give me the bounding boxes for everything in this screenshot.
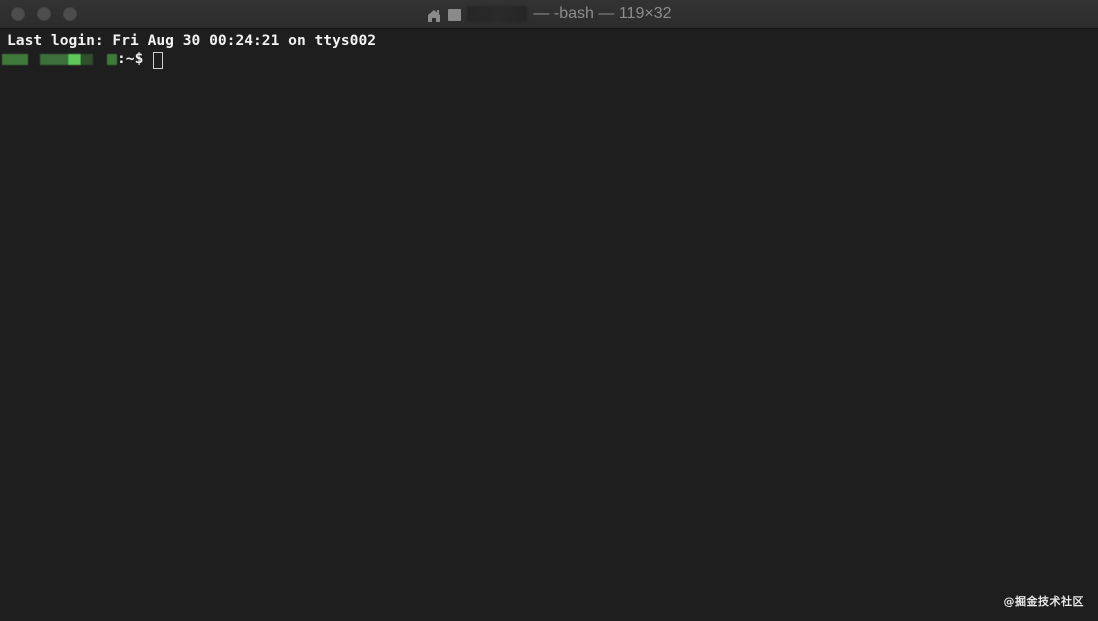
redacted-hostname-block xyxy=(107,53,117,65)
redacted-hostname-block xyxy=(81,53,93,65)
terminal-tty-icon xyxy=(448,9,462,21)
redacted-username-block xyxy=(2,53,28,65)
terminal-window: — -bash — 119×32 Last login: Fri Aug 30 … xyxy=(0,0,1098,621)
last-login-line: Last login: Fri Aug 30 00:24:21 on ttys0… xyxy=(7,32,377,49)
prompt-suffix: :~$ xyxy=(117,50,144,67)
redacted-username xyxy=(467,6,528,22)
watermark: @掘金技术社区 xyxy=(1003,595,1084,608)
title-bar[interactable]: — -bash — 119×32 xyxy=(0,0,1098,29)
redacted-hostname-block xyxy=(68,53,81,65)
home-icon xyxy=(426,7,442,23)
window-title: — -bash — 119×32 xyxy=(533,5,672,22)
text-cursor xyxy=(153,51,164,69)
prompt-line: :~$ xyxy=(2,50,164,69)
redacted-hostname-block xyxy=(40,53,68,65)
window-title-area: — -bash — 119×32 xyxy=(0,0,1098,28)
terminal-content[interactable]: Last login: Fri Aug 30 00:24:21 on ttys0… xyxy=(0,29,1098,621)
